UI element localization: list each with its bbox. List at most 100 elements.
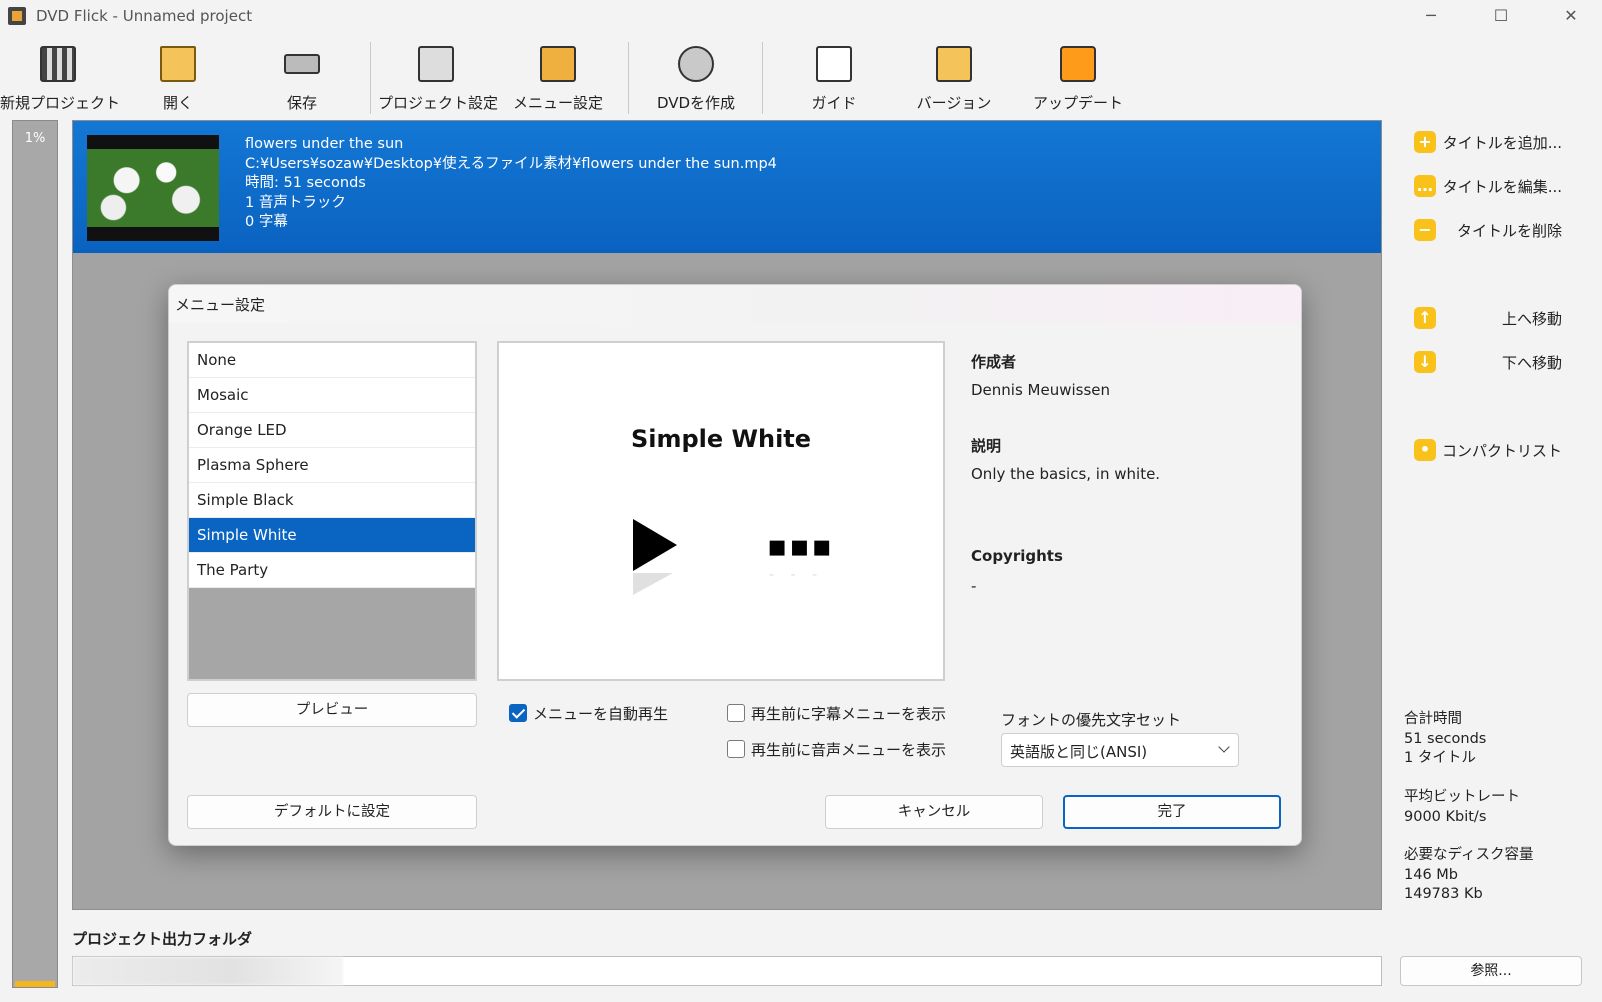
title-audio-tracks: 1 音声トラック	[245, 194, 346, 211]
theme-item-mosaic[interactable]: Mosaic	[189, 378, 475, 413]
version-button[interactable]: バージョン	[896, 38, 1012, 118]
title-name: flowers under the sun	[245, 136, 404, 152]
menu-preview: Simple White ▪▪▪ - - -	[497, 341, 945, 681]
theme-item-the-party[interactable]: The Party	[189, 553, 475, 588]
more-dots-reflection: - - -	[769, 567, 824, 583]
version-icon	[936, 46, 972, 82]
checkbox-empty-icon	[727, 740, 745, 758]
update-icon	[1060, 46, 1096, 82]
remove-title-button[interactable]: − タイトルを削除	[1390, 212, 1590, 246]
toolbar-separator	[370, 42, 371, 114]
copyrights-label: Copyrights	[971, 547, 1063, 565]
theme-item-simple-white[interactable]: Simple White	[189, 518, 475, 553]
disk-mb: 146 Mb	[1404, 866, 1458, 883]
move-up-button[interactable]: ↑ 上へ移動	[1390, 300, 1590, 334]
font-charset-label: フォントの優先文字セット	[1001, 711, 1182, 729]
more-dots-icon: ▪▪▪	[767, 529, 834, 564]
folder-icon	[160, 46, 196, 82]
title-list-item[interactable]: flowers under the sun C:¥Users¥sozaw¥Des…	[73, 121, 1381, 253]
theme-item-plasma-sphere[interactable]: Plasma Sphere	[189, 448, 475, 483]
browse-button[interactable]: 参照...	[1400, 956, 1582, 986]
output-folder-input[interactable]	[72, 956, 1382, 986]
font-charset-select[interactable]: 英語版と同じ(ANSI)	[1001, 733, 1239, 767]
ellipsis-icon: …	[1414, 175, 1436, 197]
create-dvd-button[interactable]: DVDを作成	[638, 38, 754, 118]
description-label: 説明	[971, 437, 1002, 455]
title-subtitles: 0 字幕	[245, 214, 288, 230]
open-button[interactable]: 開く	[120, 38, 236, 118]
bitrate-stats: 平均ビットレート 9000 Kbit/s	[1404, 788, 1520, 827]
progress-bar: 1%	[12, 120, 58, 988]
total-time-stats: 合計時間 51 seconds 1 タイトル	[1404, 710, 1486, 769]
dialog-title-bar: メニュー設定	[169, 285, 1301, 323]
disk-kb: 149783 Kb	[1404, 886, 1483, 902]
total-time-value: 51 seconds	[1404, 730, 1487, 747]
flowers-thumbnail-image	[87, 149, 219, 227]
title-duration: 時間: 51 seconds	[245, 175, 366, 191]
set-default-button[interactable]: デフォルトに設定	[187, 795, 477, 829]
minimize-button[interactable]: ─	[1408, 0, 1454, 34]
ok-button[interactable]: 完了	[1063, 795, 1281, 829]
add-title-button[interactable]: + タイトルを追加...	[1390, 124, 1590, 158]
author-value: Dennis Meuwissen	[971, 381, 1111, 399]
checkbox-checked-icon	[509, 704, 527, 722]
move-down-button[interactable]: ↓ 下へ移動	[1390, 344, 1590, 378]
compact-list-button[interactable]: • コンパクトリスト	[1390, 432, 1590, 466]
title-bar: DVD Flick - Unnamed project ─ ☐ ✕	[0, 0, 1602, 34]
copyrights-value: -	[971, 577, 977, 595]
window-title: DVD Flick - Unnamed project	[36, 7, 253, 25]
menu-settings-button[interactable]: メニュー設定	[500, 38, 616, 118]
main-toolbar: 新規プロジェクト 開く 保存 プロジェクト設定 メニュー設定 DVDを作成 ガイ…	[0, 38, 1602, 118]
maximize-button[interactable]: ☐	[1478, 0, 1524, 34]
right-sidebar: + タイトルを追加... … タイトルを編集... − タイトルを削除 ↑ 上へ…	[1390, 120, 1602, 1000]
app-icon	[8, 7, 26, 25]
info-icon	[816, 46, 852, 82]
new-project-button[interactable]: 新規プロジェクト	[0, 38, 120, 118]
video-thumbnail	[87, 135, 219, 241]
description-value: Only the basics, in white.	[971, 465, 1161, 483]
minus-icon: −	[1414, 219, 1436, 241]
preview-title: Simple White	[630, 425, 812, 453]
menu-settings-icon	[540, 46, 576, 82]
chevron-down-icon	[1218, 741, 1230, 753]
redacted-path	[73, 957, 343, 985]
progress-percent: 1%	[24, 131, 46, 146]
theme-item-simple-black[interactable]: Simple Black	[189, 483, 475, 518]
save-icon	[284, 54, 320, 74]
play-icon-reflection	[633, 573, 673, 595]
toolbar-separator	[762, 42, 763, 114]
guide-button[interactable]: ガイド	[776, 38, 892, 118]
dvd-gear-icon	[678, 46, 714, 82]
update-button[interactable]: アップデート	[1020, 38, 1136, 118]
total-time-label: 合計時間	[1404, 711, 1462, 727]
preview-button[interactable]: プレビュー	[187, 693, 477, 727]
theme-item-orange-led[interactable]: Orange LED	[189, 413, 475, 448]
dialog-title: メニュー設定	[175, 296, 266, 314]
disk-stats: 必要なディスク容量 146 Mb 149783 Kb	[1404, 846, 1533, 905]
disk-label: 必要なディスク容量	[1404, 847, 1534, 863]
font-charset-value: 英語版と同じ(ANSI)	[1010, 743, 1148, 761]
project-settings-button[interactable]: プロジェクト設定	[378, 38, 498, 118]
project-settings-icon	[418, 46, 454, 82]
avg-bitrate-label: 平均ビットレート	[1404, 789, 1520, 805]
film-icon	[40, 46, 76, 82]
toolbar-separator	[628, 42, 629, 114]
plus-icon: +	[1414, 131, 1436, 153]
menu-settings-dialog: メニュー設定 None Mosaic Orange LED Plasma Sph…	[168, 284, 1302, 846]
edit-title-button[interactable]: … タイトルを編集...	[1390, 168, 1590, 202]
title-count: 1 タイトル	[1404, 750, 1476, 766]
title-info: flowers under the sun C:¥Users¥sozaw¥Des…	[245, 135, 777, 233]
author-label: 作成者	[971, 353, 1017, 371]
close-button[interactable]: ✕	[1548, 0, 1594, 34]
compact-list-icon: •	[1414, 439, 1436, 461]
arrow-up-icon: ↑	[1414, 307, 1436, 329]
output-folder-label: プロジェクト出力フォルダ	[72, 930, 253, 948]
cancel-button[interactable]: キャンセル	[825, 795, 1043, 829]
menu-theme-list[interactable]: None Mosaic Orange LED Plasma Sphere Sim…	[187, 341, 477, 681]
theme-item-none[interactable]: None	[189, 343, 475, 378]
title-path: C:¥Users¥sozaw¥Desktop¥使えるファイル素材¥flowers…	[245, 155, 777, 172]
arrow-down-icon: ↓	[1414, 351, 1436, 373]
progress-fill	[15, 981, 55, 987]
play-icon	[633, 519, 677, 571]
save-button[interactable]: 保存	[244, 38, 360, 118]
